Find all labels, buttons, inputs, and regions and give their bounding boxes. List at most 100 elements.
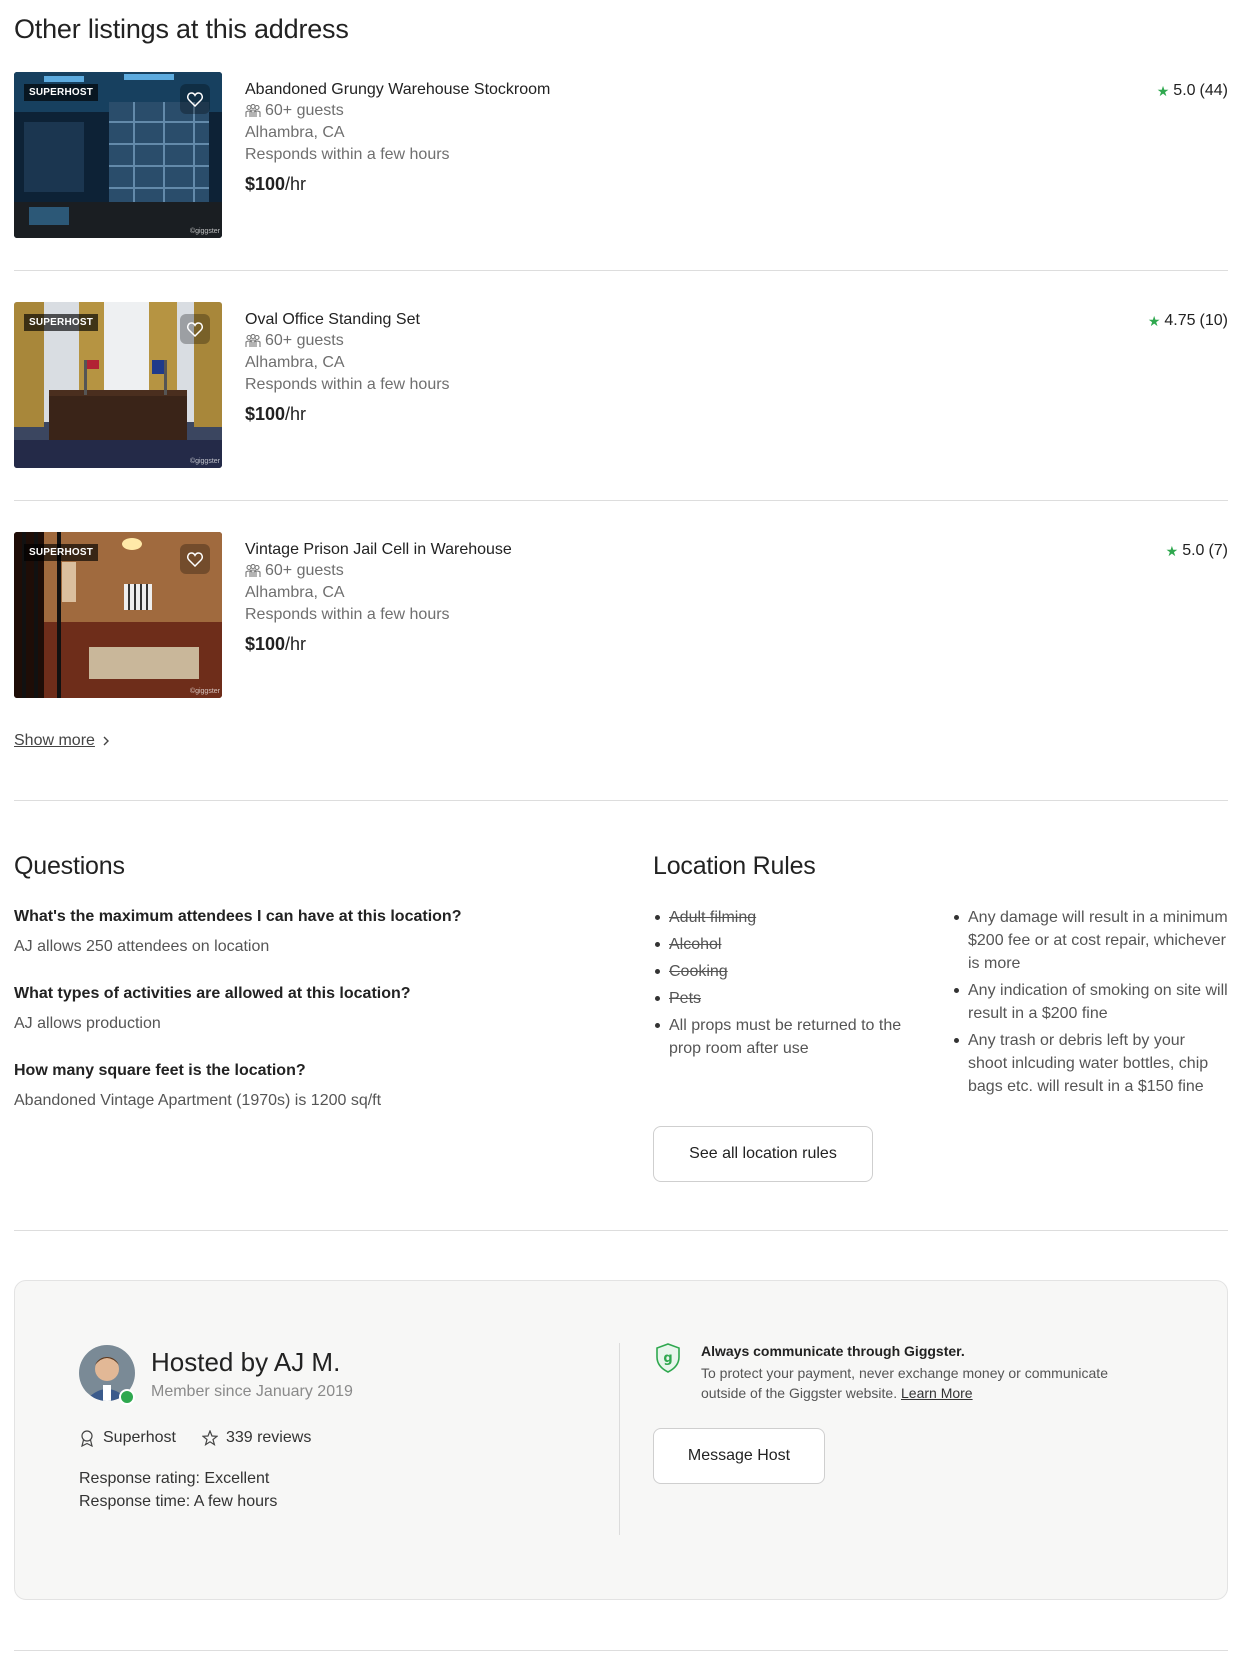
listings-section-title: Other listings at this address xyxy=(14,14,349,44)
host-reviews[interactable]: 339 reviews xyxy=(226,1429,311,1447)
star-icon: ★ xyxy=(1147,312,1161,329)
listing-location: Alhambra, CA xyxy=(245,584,345,601)
rating-value: 5.0 xyxy=(1182,542,1205,559)
rules-list-left: Adult filming Alcohol Cooking Pets All p… xyxy=(653,906,923,1064)
question-text: What's the maximum attendees I can have … xyxy=(14,908,462,925)
guests-line: 60+ guests xyxy=(245,100,550,122)
listing-price: $100/hr xyxy=(245,404,450,425)
response-time: Response time: A few hours xyxy=(79,1493,278,1510)
listing-response: Responds within a few hours xyxy=(245,146,450,163)
people-icon xyxy=(245,104,261,117)
listing-card[interactable]: SUPERHOST ©giggster Oval Office Standing… xyxy=(14,302,1228,468)
rule-item: Any damage will result in a minimum $200… xyxy=(952,906,1228,975)
watermark: ©giggster xyxy=(189,688,220,695)
rating-value: 5.0 xyxy=(1173,82,1196,99)
message-host-button[interactable]: Message Host xyxy=(653,1428,825,1484)
communication-text: To protect your payment, never exchange … xyxy=(701,1365,1108,1401)
star-outline-icon xyxy=(201,1430,218,1446)
see-all-rules-button[interactable]: See all location rules xyxy=(653,1126,873,1182)
divider xyxy=(14,1650,1228,1651)
listing-rating: ★ 5.0 (44) xyxy=(1157,82,1228,100)
question-text: What types of activities are allowed at … xyxy=(14,985,411,1002)
rules-list-right: Any damage will result in a minimum $200… xyxy=(952,906,1228,1102)
divider xyxy=(14,270,1228,271)
listing-thumbnail[interactable]: SUPERHOST ©giggster xyxy=(14,302,222,468)
rule-item: Adult filming xyxy=(653,906,923,929)
price-value: $100 xyxy=(245,404,286,424)
star-icon: ★ xyxy=(1156,82,1170,99)
rule-item: All props must be returned to the prop r… xyxy=(653,1014,923,1060)
rule-item: Alcohol xyxy=(653,933,923,956)
vertical-divider xyxy=(619,1343,620,1535)
host-name: Hosted by AJ M. xyxy=(151,1347,341,1377)
rating-value: 4.75 xyxy=(1164,312,1196,329)
response-rating: Response rating: Excellent xyxy=(79,1470,270,1487)
review-count: (7) xyxy=(1208,542,1228,559)
guests-line: 60+ guests xyxy=(245,330,450,352)
questions-title: Questions xyxy=(14,852,125,880)
answer-text: AJ allows production xyxy=(14,1015,161,1032)
rule-item: Any indication of smoking on site will r… xyxy=(952,979,1228,1025)
member-since: Member since January 2019 xyxy=(151,1383,353,1400)
listing-thumbnail[interactable]: SUPERHOST ©giggster xyxy=(14,532,222,698)
show-more-label[interactable]: Show more xyxy=(14,732,95,750)
guests-count: 60+ guests xyxy=(265,562,344,579)
host-response-info: Response rating: Excellent Response time… xyxy=(79,1467,277,1513)
answer-text: AJ allows 250 attendees on location xyxy=(14,938,270,955)
listing-card[interactable]: SUPERHOST ©giggster Vintage Prison Jail … xyxy=(14,532,1228,698)
chevron-right-icon xyxy=(103,736,109,746)
guests-line: 60+ guests xyxy=(245,560,512,582)
price-unit: /hr xyxy=(285,404,307,424)
shield-icon: g xyxy=(655,1343,681,1378)
award-icon xyxy=(81,1429,93,1447)
review-count: (44) xyxy=(1199,82,1228,99)
star-icon: ★ xyxy=(1165,542,1179,559)
favorite-heart-icon[interactable] xyxy=(180,84,210,114)
superhost-label: Superhost xyxy=(103,1429,176,1446)
show-more-link[interactable]: Show more xyxy=(14,732,110,750)
people-icon xyxy=(245,334,261,347)
review-count: (10) xyxy=(1199,312,1228,329)
listing-title[interactable]: Vintage Prison Jail Cell in Warehouse xyxy=(245,540,512,560)
superhost-badge: SUPERHOST xyxy=(24,84,99,101)
price-unit: /hr xyxy=(285,634,307,654)
superhost-badge: SUPERHOST xyxy=(24,314,99,331)
listing-title[interactable]: Oval Office Standing Set xyxy=(245,310,450,330)
rule-item: Pets xyxy=(653,987,923,1010)
watermark: ©giggster xyxy=(189,458,220,465)
location-rules-title: Location Rules xyxy=(653,852,816,880)
price-value: $100 xyxy=(245,174,286,194)
price-value: $100 xyxy=(245,634,286,654)
guests-count: 60+ guests xyxy=(265,102,344,119)
rule-item: Cooking xyxy=(653,960,923,983)
divider xyxy=(14,500,1228,501)
host-card: Hosted by AJ M. Member since January 201… xyxy=(14,1280,1228,1600)
listing-location: Alhambra, CA xyxy=(245,354,345,371)
favorite-heart-icon[interactable] xyxy=(180,544,210,574)
price-unit: /hr xyxy=(285,174,307,194)
listing-price: $100/hr xyxy=(245,634,512,655)
question-text: How many square feet is the location? xyxy=(14,1062,306,1079)
listing-response: Responds within a few hours xyxy=(245,376,450,393)
listing-title[interactable]: Abandoned Grungy Warehouse Stockroom xyxy=(245,80,550,100)
listing-response: Responds within a few hours xyxy=(245,606,450,623)
favorite-heart-icon[interactable] xyxy=(180,314,210,344)
host-stats: Superhost 339 reviews xyxy=(79,1429,311,1447)
communication-title: Always communicate through Giggster. xyxy=(701,1343,965,1359)
listing-thumbnail[interactable]: SUPERHOST ©giggster xyxy=(14,72,222,238)
watermark: ©giggster xyxy=(189,228,220,235)
listing-location: Alhambra, CA xyxy=(245,124,345,141)
verified-badge-icon xyxy=(119,1389,135,1405)
listing-card[interactable]: SUPERHOST ©giggster Abandoned Grungy War… xyxy=(14,72,1228,238)
guests-count: 60+ guests xyxy=(265,332,344,349)
divider xyxy=(14,800,1228,801)
superhost-badge: SUPERHOST xyxy=(24,544,99,561)
listing-rating: ★ 4.75 (10) xyxy=(1148,312,1228,330)
people-icon xyxy=(245,564,261,577)
learn-more-link[interactable]: Learn More xyxy=(901,1385,973,1401)
svg-text:g: g xyxy=(663,1351,672,1366)
rule-item: Any trash or debris left by your shoot i… xyxy=(952,1029,1228,1098)
listing-rating: ★ 5.0 (7) xyxy=(1166,542,1228,560)
answer-text: Abandoned Vintage Apartment (1970s) is 1… xyxy=(14,1092,382,1109)
divider xyxy=(14,1230,1228,1231)
